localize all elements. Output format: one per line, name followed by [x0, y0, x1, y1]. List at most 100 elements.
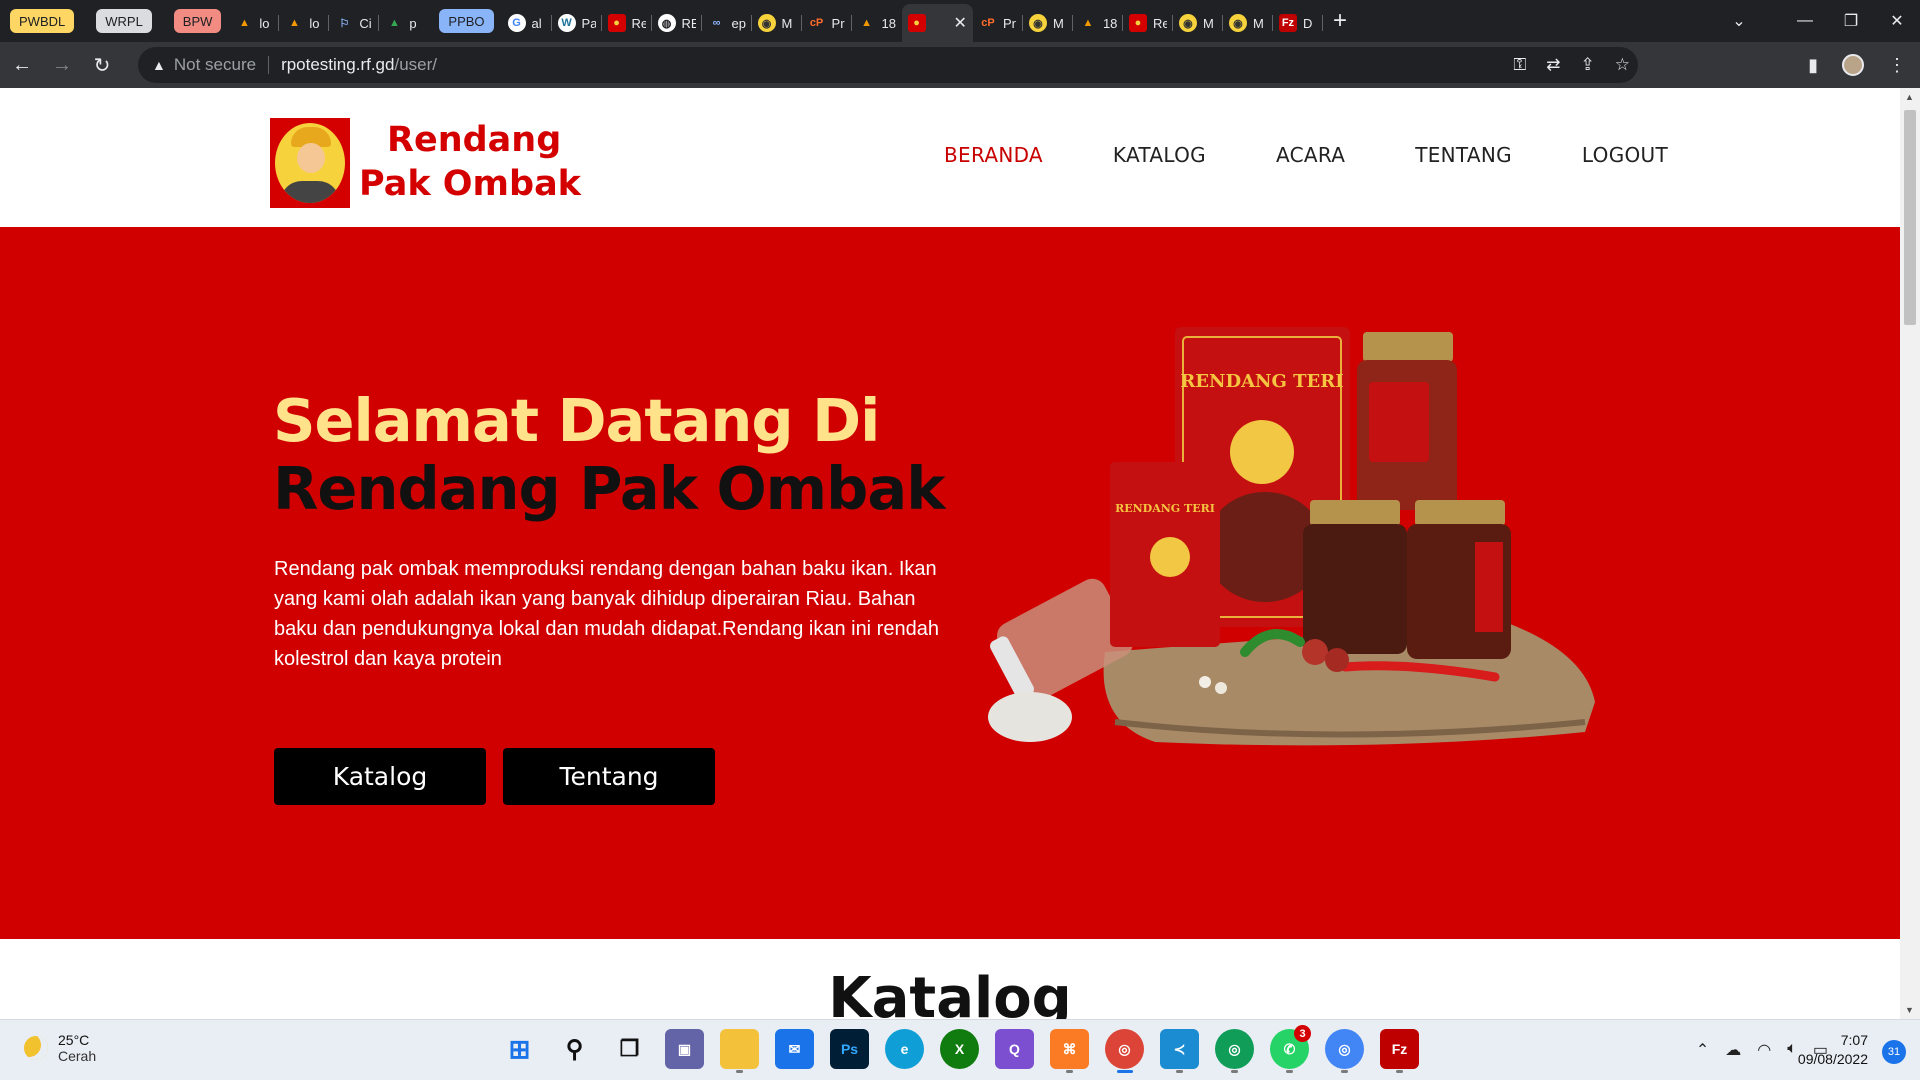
- google-drive-icon: ▲: [388, 17, 400, 29]
- vscode-icon[interactable]: ≺: [1160, 1029, 1199, 1073]
- browser-tab[interactable]: ● Re: [1123, 6, 1173, 40]
- chrome-icon[interactable]: ◎: [1105, 1029, 1144, 1073]
- browser-tab[interactable]: cP Pr: [973, 6, 1023, 40]
- nav-beranda[interactable]: BERANDA: [944, 143, 1043, 167]
- cloud-offline-icon[interactable]: ☁: [1725, 1040, 1741, 1060]
- edge-icon[interactable]: e: [885, 1029, 924, 1069]
- page-viewport: Rendang Pak Ombak BERANDA KATALOG ACARA …: [0, 88, 1900, 1019]
- task-view-icon[interactable]: ❐: [610, 1029, 649, 1069]
- brand-name[interactable]: Rendang Pak Ombak: [359, 118, 581, 206]
- photoshop-icon[interactable]: Ps: [830, 1029, 869, 1069]
- address-bar[interactable]: ▲ Not secure rpotesting.rf.gd/user/ ⚿ ⇄ …: [138, 47, 1638, 83]
- system-clock[interactable]: 7:07 09/08/2022: [1798, 1031, 1868, 1069]
- browser-tab-active[interactable]: ● ✕: [901, 4, 973, 42]
- browser-tab[interactable]: Gal: [502, 6, 552, 40]
- browser-tab[interactable]: ▲ 18: [852, 6, 902, 40]
- chrome-profile-2-icon[interactable]: ◎: [1325, 1029, 1364, 1073]
- side-panel-icon[interactable]: ▮: [1808, 55, 1818, 76]
- browser-tab[interactable]: ◉ M: [752, 6, 802, 40]
- file-explorer-icon[interactable]: [720, 1029, 759, 1073]
- wifi-icon[interactable]: ◠: [1757, 1040, 1771, 1060]
- tab-group-pwbdl[interactable]: PWBDL: [10, 9, 75, 33]
- browser-tab[interactable]: ◉ M: [1023, 6, 1073, 40]
- tab-strip: PWBDL WRPL BPW ▲ lo ▲ lo ⚐ Ci ▲ p PPBO Gal W…: [0, 0, 1920, 42]
- browser-tab[interactable]: ⚐ Ci: [329, 6, 380, 40]
- whatsapp-badge: 3: [1294, 1025, 1311, 1042]
- menu-kebab-icon[interactable]: ⋮: [1888, 55, 1906, 76]
- triangle-logo-icon: ▲: [238, 17, 250, 29]
- windows-start-icon[interactable]: ⊞: [500, 1029, 539, 1069]
- share-icon[interactable]: ⇪: [1581, 55, 1595, 75]
- page-scrollbar[interactable]: ▲ ▼: [1900, 88, 1920, 1019]
- nav-acara[interactable]: ACARA: [1276, 143, 1345, 167]
- scroll-down-icon[interactable]: ▼: [1905, 1005, 1914, 1015]
- scroll-up-icon[interactable]: ▲: [1905, 92, 1914, 102]
- volume-icon[interactable]: 🔈︎: [1787, 1040, 1797, 1060]
- filezilla-icon[interactable]: Fz: [1380, 1029, 1419, 1073]
- new-tab-icon[interactable]: +: [1333, 7, 1347, 35]
- back-icon[interactable]: ←: [4, 47, 40, 83]
- xampp-icon[interactable]: ⌘: [1050, 1029, 1089, 1073]
- filezilla-icon: Fz: [1278, 14, 1297, 32]
- nav-logout[interactable]: LOGOUT: [1582, 143, 1668, 167]
- rendang-favicon-icon: ●: [607, 14, 626, 32]
- main-nav: BERANDA KATALOG ACARA TENTANG LOGOUT: [944, 143, 1668, 167]
- close-tab-icon[interactable]: ✕: [954, 13, 967, 33]
- tentang-button[interactable]: Tentang: [503, 748, 715, 805]
- nav-katalog[interactable]: KATALOG: [1113, 143, 1206, 167]
- browser-tab[interactable]: ● Re: [602, 6, 652, 40]
- triangle-logo-icon: ▲: [1082, 17, 1094, 29]
- browser-tab[interactable]: cP Pr: [802, 6, 852, 40]
- nav-tentang[interactable]: TENTANG: [1415, 143, 1512, 167]
- tab-group-wrpl[interactable]: WRPL: [96, 9, 152, 33]
- browser-tab[interactable]: ▲ lo: [279, 6, 330, 40]
- hero-section: Selamat Datang Di Rendang Pak Ombak Rend…: [0, 227, 1900, 939]
- bookmark-star-icon[interactable]: ☆: [1615, 55, 1630, 75]
- small-pouch-label: RENDANG TERI: [1115, 502, 1215, 515]
- xbox-icon[interactable]: X: [940, 1029, 979, 1069]
- url-path[interactable]: /user/: [394, 55, 437, 75]
- moon-icon: [24, 1036, 48, 1060]
- restore-icon[interactable]: ❐: [1828, 11, 1874, 31]
- close-window-icon[interactable]: ✕: [1874, 11, 1920, 31]
- browser-tab[interactable]: ▲ lo: [229, 6, 280, 40]
- browser-tab[interactable]: ▲ p: [379, 6, 429, 40]
- key-icon[interactable]: ⚿: [1513, 55, 1526, 75]
- whatsapp-icon[interactable]: ✆ 3: [1270, 1025, 1311, 1073]
- scrollbar-thumb[interactable]: [1904, 110, 1916, 325]
- security-label[interactable]: Not secure: [174, 55, 256, 75]
- tab-group-ppbo[interactable]: PPBO: [439, 9, 494, 33]
- url-host[interactable]: rpotesting.rf.gd: [281, 55, 394, 75]
- zoom-icon[interactable]: Q: [995, 1029, 1034, 1069]
- wordpress-icon: W: [557, 14, 576, 32]
- browser-tab[interactable]: Fz D: [1273, 6, 1323, 40]
- warning-icon[interactable]: ▲: [152, 57, 166, 73]
- product-image: RENDANG TERI RENDANG TERI: [988, 327, 1595, 746]
- browser-tab[interactable]: ▲ 18: [1073, 6, 1123, 40]
- notification-count[interactable]: 31: [1882, 1040, 1906, 1064]
- browser-tab[interactable]: ◉ M: [1173, 6, 1223, 40]
- chevron-up-icon[interactable]: ⌃: [1696, 1040, 1709, 1060]
- browser-tab[interactable]: W Pa: [552, 6, 602, 40]
- profile-avatar[interactable]: [1842, 54, 1864, 76]
- search-icon[interactable]: ⚲: [555, 1029, 594, 1069]
- reload-icon[interactable]: ↻: [84, 47, 120, 83]
- translate-icon[interactable]: ⇄: [1546, 55, 1560, 75]
- tab-search-icon[interactable]: ⌄: [1716, 11, 1762, 31]
- site-logo[interactable]: [270, 118, 350, 208]
- minimize-icon[interactable]: —: [1782, 12, 1828, 30]
- teams-chat-icon[interactable]: ▣: [665, 1029, 704, 1069]
- weather-widget[interactable]: 25°C Cerah: [24, 1032, 96, 1064]
- mail-icon[interactable]: ✉: [775, 1029, 814, 1069]
- hero-title: Selamat Datang Di Rendang Pak Ombak: [273, 386, 945, 523]
- rendang-favicon-icon: ●: [907, 14, 926, 32]
- katalog-button[interactable]: Katalog: [274, 748, 486, 805]
- forward-icon[interactable]: →: [44, 47, 80, 83]
- tab-group-bpw[interactable]: BPW: [173, 9, 222, 33]
- chrome-profile-icon[interactable]: ◎: [1215, 1029, 1254, 1073]
- browser-tab[interactable]: ◍ RE: [652, 6, 702, 40]
- browser-tab[interactable]: ∞ ep: [702, 6, 752, 40]
- hero-description: Rendang pak ombak memproduksi rendang de…: [274, 558, 939, 670]
- triangle-logo-icon: ▲: [288, 17, 300, 29]
- browser-tab[interactable]: ◉ M: [1223, 6, 1273, 40]
